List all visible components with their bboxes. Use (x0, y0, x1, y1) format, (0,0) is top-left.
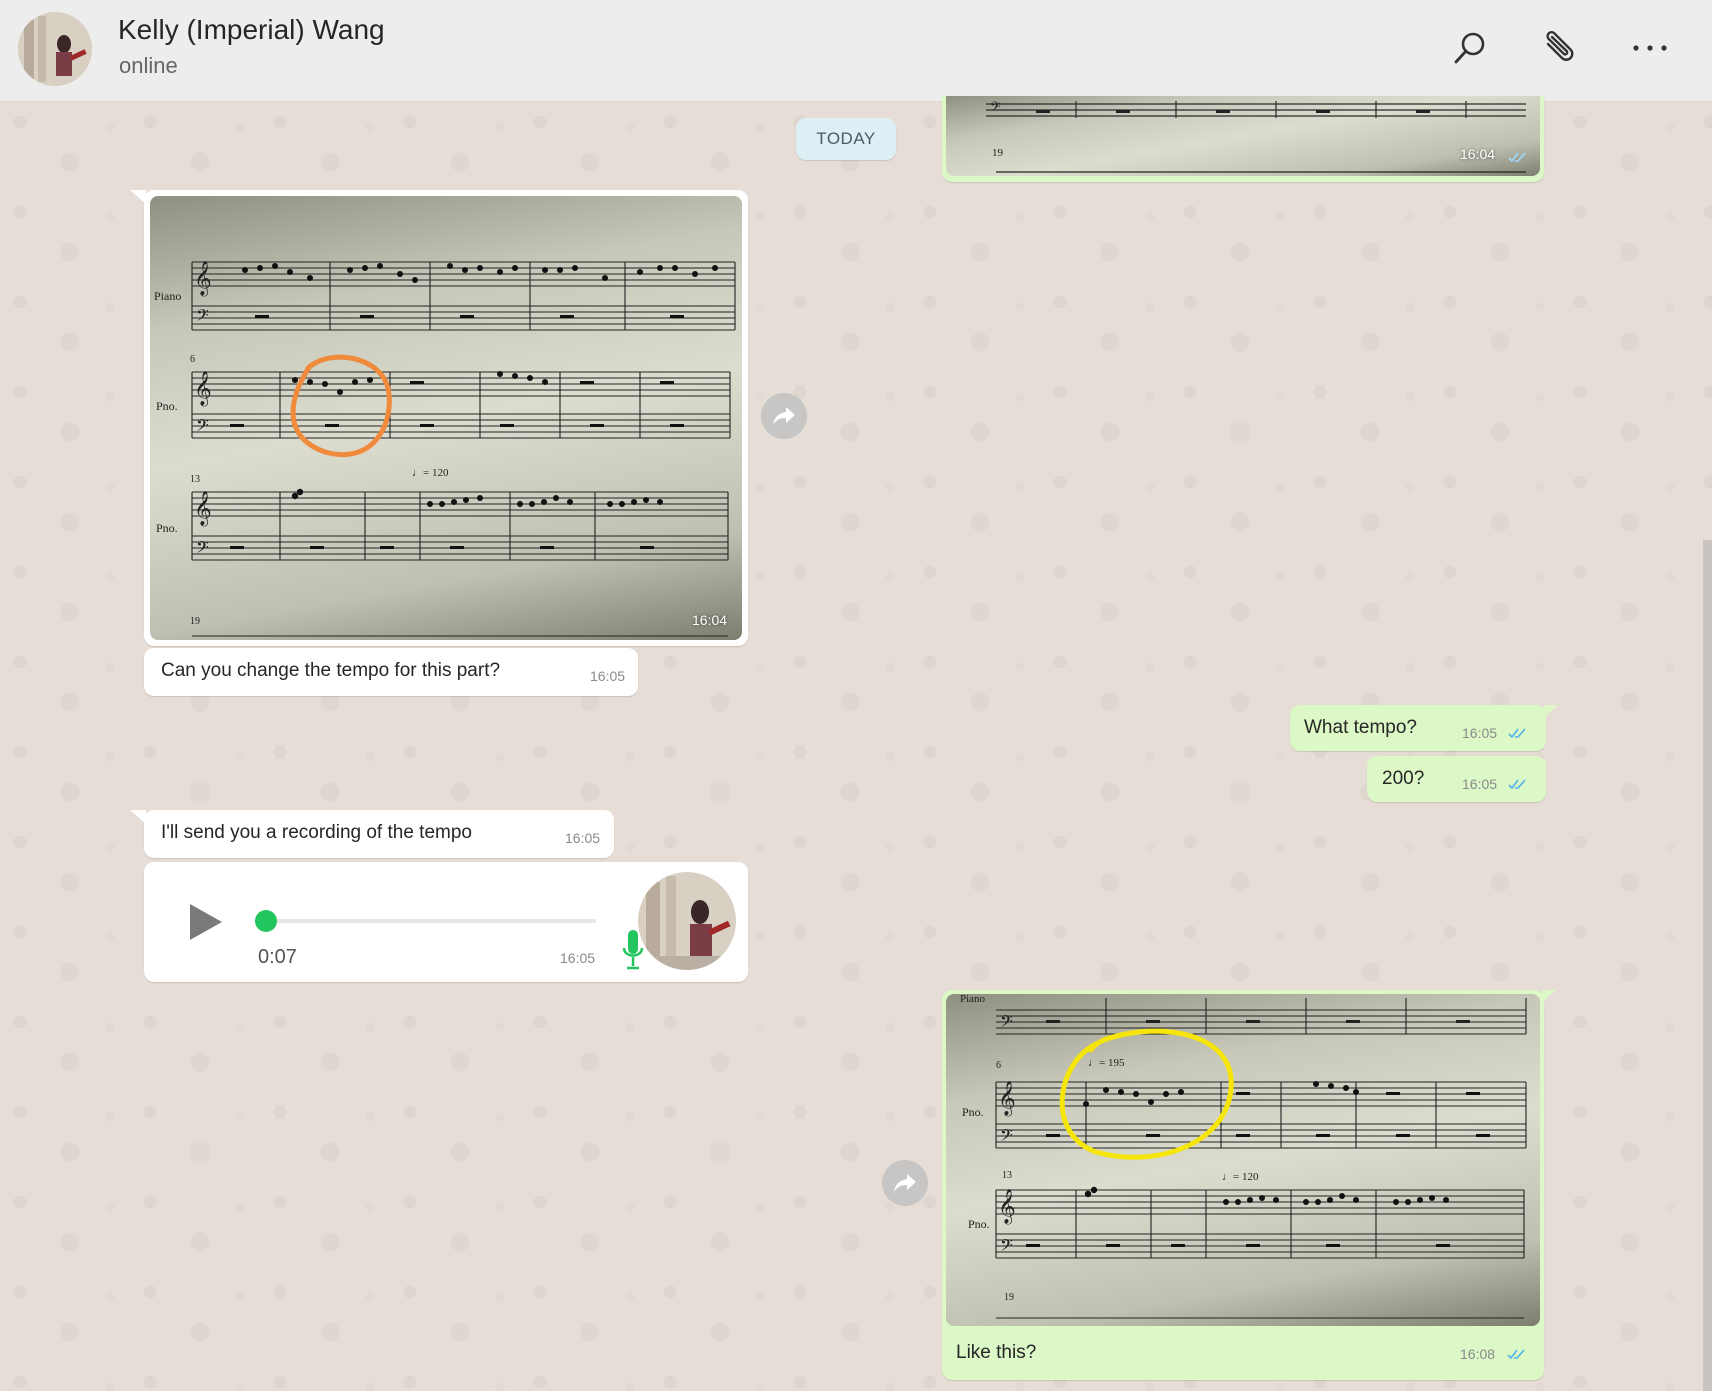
chat-header: Kelly (Imperial) Wang online (0, 0, 1712, 102)
svg-text:𝄢: 𝄢 (196, 537, 209, 561)
contact-status: online (119, 53, 178, 78)
message-time: 16:05 (590, 668, 626, 684)
tempo-marking: ♩= 120 (1222, 1171, 1259, 1183)
staff-label: Pno. (156, 521, 178, 535)
audio-duration: 0:07 (258, 946, 297, 968)
measure-number: 19 (992, 147, 1004, 159)
sheet-music-photo[interactable]: 𝄢 19 (946, 96, 1540, 176)
date-divider: TODAY (796, 118, 896, 160)
forward-icon[interactable] (882, 1160, 928, 1206)
play-icon[interactable] (186, 900, 226, 944)
read-receipt-icon (1508, 152, 1526, 163)
contact-name[interactable]: Kelly (Imperial) Wang (118, 14, 385, 46)
read-receipt-icon (1507, 1349, 1525, 1360)
staff-label: Pno. (968, 1217, 990, 1231)
measure-number: 13 (190, 474, 200, 485)
bubble-tail (130, 810, 146, 824)
contact-avatar[interactable] (18, 12, 92, 86)
sent-text-message[interactable]: 200? 16:05 (1367, 756, 1546, 802)
svg-text:𝄞: 𝄞 (998, 1081, 1016, 1117)
svg-text:𝄞: 𝄞 (194, 261, 212, 297)
voice-note-message[interactable]: 0:07 16:05 (144, 862, 748, 982)
sender-avatar (638, 872, 736, 970)
svg-text:𝄢: 𝄢 (1000, 1235, 1013, 1259)
audio-seek-handle[interactable] (255, 910, 277, 932)
sheet-music-photo[interactable]: Piano 𝄢 𝄞 𝄢 6 Pno. ♩= 195 𝄞 𝄢 13 Pno. ♩=… (946, 994, 1540, 1326)
search-icon[interactable] (1448, 26, 1492, 70)
message-time: 16:05 (1462, 776, 1498, 792)
message-text: 200? (1382, 768, 1425, 789)
forward-icon[interactable] (761, 393, 807, 439)
svg-text:𝄞: 𝄞 (194, 491, 212, 527)
staff-label: Pno. (156, 399, 178, 413)
svg-text:𝄢: 𝄢 (196, 305, 209, 329)
received-text-message[interactable]: Can you change the tempo for this part? … (144, 648, 638, 696)
bubble-tail (1544, 705, 1558, 717)
staff-label: Pno. (962, 1105, 984, 1119)
sheet-music-photo[interactable]: 𝄞 𝄢 Piano 𝄞 𝄢 6 Pno. 𝄞 𝄢 13 Pno. ♩= 120 … (150, 196, 742, 640)
scrollbar[interactable] (1703, 540, 1712, 1391)
message-text: What tempo? (1304, 717, 1417, 738)
message-text: Can you change the tempo for this part? (161, 660, 501, 681)
microphone-icon (622, 930, 644, 972)
message-time: 16:05 (565, 830, 601, 846)
message-time: 16:04 (692, 612, 728, 628)
svg-text:𝄢: 𝄢 (1000, 1011, 1013, 1035)
measure-number: 6 (190, 354, 195, 365)
svg-text:𝄢: 𝄢 (1000, 1125, 1013, 1149)
more-options-icon[interactable] (1628, 26, 1672, 70)
tempo-marking: ♩= 120 (412, 467, 449, 479)
staff-label: Piano (154, 289, 181, 303)
tempo-marking: ♩= 195 (1088, 1057, 1125, 1069)
message-time: 16:08 (1460, 1346, 1496, 1362)
sent-image-message[interactable]: Piano 𝄢 𝄞 𝄢 6 Pno. ♩= 195 𝄞 𝄢 13 Pno. ♩=… (942, 990, 1544, 1380)
message-text: I'll send you a recording of the tempo (161, 822, 472, 843)
image-caption: Like this? (956, 1342, 1037, 1363)
bubble-tail (1542, 990, 1556, 1002)
audio-progress-track[interactable] (256, 919, 596, 923)
svg-text:𝄞: 𝄞 (194, 371, 212, 407)
measure-number: 13 (1002, 1170, 1012, 1181)
svg-text:𝄞: 𝄞 (998, 1189, 1016, 1225)
read-receipt-icon (1508, 728, 1526, 739)
sent-image-message[interactable]: 𝄢 19 16:04 (942, 96, 1544, 182)
svg-text:𝄢: 𝄢 (990, 99, 1000, 118)
measure-number: 6 (996, 1060, 1001, 1071)
message-time: 16:04 (1460, 146, 1496, 162)
staff-label: Piano (960, 994, 986, 1005)
bubble-tail (130, 190, 146, 204)
received-text-message[interactable]: I'll send you a recording of the tempo 1… (144, 810, 614, 858)
measure-number: 19 (1004, 1292, 1014, 1303)
received-image-message[interactable]: 𝄞 𝄢 Piano 𝄞 𝄢 6 Pno. 𝄞 𝄢 13 Pno. ♩= 120 … (144, 190, 748, 646)
message-time: 16:05 (560, 950, 596, 966)
sent-text-message[interactable]: What tempo? 16:05 (1290, 705, 1546, 751)
measure-number: 19 (190, 616, 200, 627)
svg-text:𝄢: 𝄢 (196, 415, 209, 439)
message-time: 16:05 (1462, 725, 1498, 741)
read-receipt-icon (1508, 779, 1526, 790)
attach-icon[interactable] (1538, 26, 1582, 70)
